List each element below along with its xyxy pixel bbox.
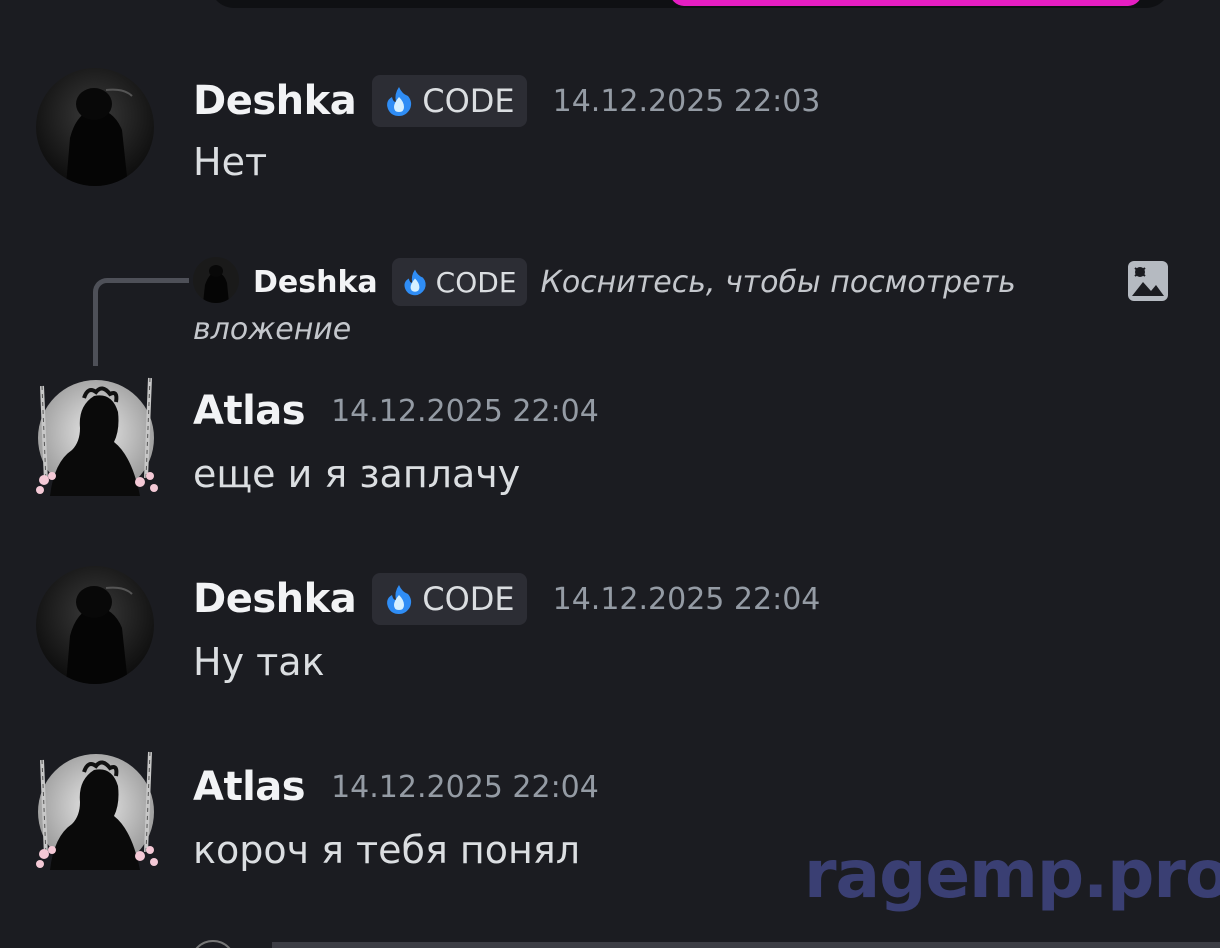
watermark: ragemp.pro <box>804 836 1220 913</box>
timestamp: 14.12.2025 22:04 <box>331 769 599 805</box>
chat-view: Deshka CODE 14.12.2025 22:03 Нет Deshka … <box>0 0 1220 948</box>
next-message-avatar[interactable] <box>190 940 236 948</box>
username[interactable]: Deshka <box>193 78 357 124</box>
next-message-bar <box>272 942 1220 948</box>
message-text[interactable]: короч я тебя понял <box>193 828 580 872</box>
avatar-deshka[interactable] <box>36 566 154 684</box>
timestamp: 14.12.2025 22:03 <box>552 83 821 119</box>
message-text[interactable]: Ну так <box>193 640 325 684</box>
avatar-deshka[interactable] <box>36 68 154 186</box>
username[interactable]: Atlas <box>193 764 306 810</box>
reply-preview[interactable]: Deshka CODE Коснитесь, чтобы посмотреть <box>253 257 1016 307</box>
message-header: Deshka CODE 14.12.2025 22:03 <box>193 74 820 128</box>
flame-icon <box>404 269 426 296</box>
timestamp: 14.12.2025 22:04 <box>331 393 599 429</box>
username[interactable]: Deshka <box>193 576 357 622</box>
username[interactable]: Atlas <box>193 388 306 434</box>
reply-username[interactable]: Deshka <box>253 265 378 300</box>
top-banner-pink-button[interactable] <box>670 0 1142 6</box>
reply-clan-tag[interactable]: CODE <box>391 258 527 306</box>
message-header: Atlas 14.12.2025 22:04 <box>193 760 599 814</box>
avatar-atlas[interactable] <box>28 372 164 508</box>
reply-avatar-deshka[interactable] <box>193 257 239 303</box>
reply-clan-tag-label: CODE <box>435 265 517 299</box>
reply-connector <box>93 278 189 366</box>
clan-tag[interactable]: CODE <box>372 573 527 625</box>
flame-icon <box>387 87 412 116</box>
reply-text-continued[interactable]: вложение <box>193 312 351 347</box>
timestamp: 14.12.2025 22:04 <box>552 581 821 617</box>
message-header: Deshka CODE 14.12.2025 22:04 <box>193 572 820 626</box>
message-text[interactable]: еще и я заплачу <box>193 452 520 496</box>
message-text[interactable]: Нет <box>193 140 267 184</box>
clan-tag[interactable]: CODE <box>372 75 527 127</box>
message-header: Atlas 14.12.2025 22:04 <box>193 384 599 438</box>
flame-icon <box>387 585 412 614</box>
clan-tag-label: CODE <box>422 580 515 618</box>
reply-text[interactable]: Коснитесь, чтобы посмотреть <box>541 265 1016 300</box>
image-icon[interactable] <box>1127 260 1169 302</box>
clan-tag-label: CODE <box>422 82 515 120</box>
avatar-atlas[interactable] <box>28 746 164 882</box>
